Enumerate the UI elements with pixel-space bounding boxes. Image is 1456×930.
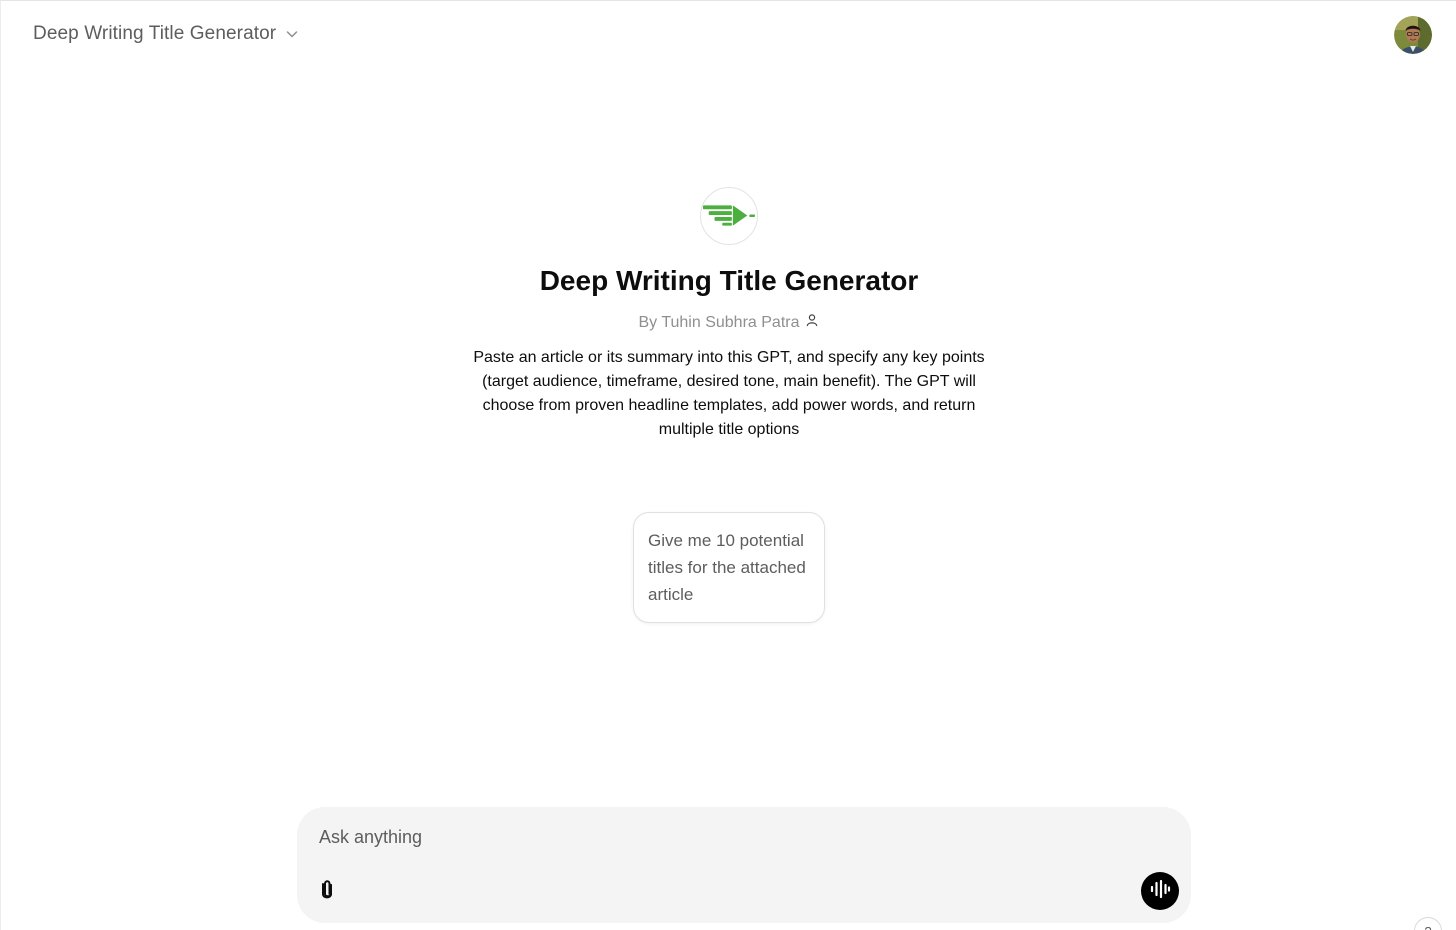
gpt-switcher[interactable]: Deep Writing Title Generator [25,19,308,49]
gpt-switcher-title: Deep Writing Title Generator [33,23,277,44]
pen-nib-logo [700,187,758,245]
help-button[interactable]: ? [1414,917,1442,930]
gpt-author: By Tuhin Subhra Patra [639,313,820,332]
help-label: ? [1424,924,1431,930]
person-icon [805,313,819,332]
user-avatar[interactable] [1394,16,1432,54]
message-input[interactable] [319,823,1139,851]
attach-button[interactable] [313,877,343,907]
voice-mode-button[interactable] [1141,872,1179,910]
chat-page: Deep Writing Title Generator Deep Writin… [0,0,1456,930]
chevron-down-icon [284,26,300,42]
conversation-starter[interactable]: Give me 10 potential titles for the atta… [633,512,825,623]
message-composer [297,807,1191,923]
conversation-starter-label: Give me 10 potential titles for the atta… [648,531,806,604]
gpt-intro: Deep Writing Title Generator By Tuhin Su… [1,187,1456,623]
gpt-name: Deep Writing Title Generator [539,265,919,296]
author-name: By Tuhin Subhra Patra [638,313,800,331]
paperclip-icon [317,878,339,907]
voice-waveform-icon [1149,879,1171,904]
gpt-description: Paste an article or its summary into thi… [473,349,985,438]
